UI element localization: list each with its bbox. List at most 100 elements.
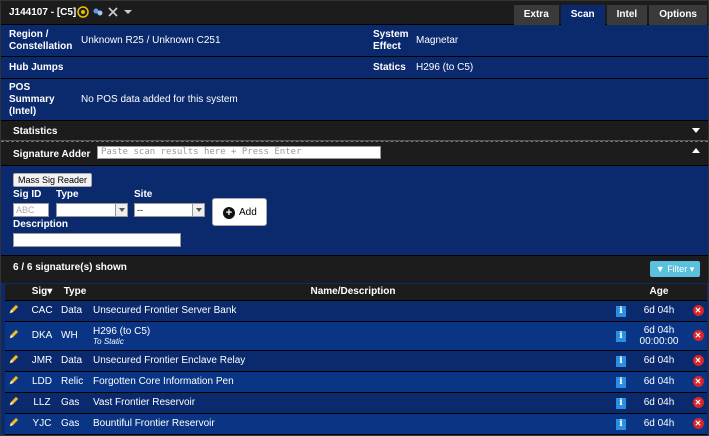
tab-intel[interactable]: Intel [606,5,648,25]
table-row[interactable]: CAC Data Unsecured Frontier Server Bank i 6d… [5,300,707,322]
signature-count: 6 / 6 signature(s) shown [13,262,127,273]
paste-scan-input[interactable]: Paste scan results here + Press Enter [97,146,381,159]
add-signature-button[interactable]: + Add [212,198,267,226]
table-row[interactable]: LDD Relic Forgotten Core Information Pen i 6… [5,371,707,393]
pencil-icon[interactable] [8,374,20,386]
tab-scan[interactable]: Scan [560,5,605,25]
pencil-icon[interactable] [8,416,20,428]
edit-cell [5,392,23,414]
mass-sig-reader-button[interactable]: Mass Sig Reader [13,173,93,187]
sig-description: Vast Frontier Reservoir [93,397,196,408]
pencil-icon[interactable] [8,328,20,340]
desc-column-header[interactable]: Name/Description [89,284,613,301]
info-icon[interactable]: i [616,305,626,317]
sig-type-cell: Data [61,350,89,372]
delete-cell: ✕ [689,413,707,435]
filter-button[interactable]: ▼ Filter ▾ [650,261,700,277]
sig-description-cell: Unsecured Frontier Server Bank [89,300,613,322]
chevron-down-icon [192,204,204,216]
sig-id-cell: YJC [23,413,61,435]
signature-count-bar: 6 / 6 signature(s) shown ▼ Filter ▾ [1,256,708,283]
delete-icon[interactable]: ✕ [692,305,704,316]
info-icon[interactable]: i [616,355,626,367]
pos-label: POS Summary (Intel) [9,82,55,117]
effect-label: System Effect [373,29,409,52]
statistics-bar[interactable]: Statistics [1,121,708,141]
age-cell: 6d 04h [629,413,689,435]
delete-icon[interactable]: ✕ [692,330,704,341]
sig-age: 6d 04h [643,305,675,316]
sig-panel: J144107 - [C5] Extra Scan Intel Options [0,0,709,436]
table-row[interactable]: DKA WH H296 (to C5) To Static i 6d 04h 00:00:0… [5,321,707,351]
sig-column-header[interactable]: Sig▾ [23,284,61,301]
info-icon[interactable]: i [616,418,626,430]
sig-id-input[interactable]: ABC [13,203,49,217]
chevron-down-icon[interactable] [692,128,700,133]
sig-description: Bountiful Frontier Reservoir [93,418,215,429]
tab-extra[interactable]: Extra [513,5,559,25]
hub-label: Hub Jumps [9,62,64,73]
table-row[interactable]: LLZ Gas Vast Frontier Reservoir i 6d 04h ✕ [5,392,707,414]
region-value: Unknown R25 / Unknown C251 [81,35,221,46]
info-icon[interactable]: i [616,330,626,342]
table-row[interactable]: JMR Data Unsecured Frontier Enclave Relay i… [5,350,707,372]
delete-cell: ✕ [689,321,707,351]
table-row[interactable]: YJC Gas Bountiful Frontier Reservoir i 6d 04… [5,413,707,435]
type-label: Type [56,189,79,200]
pencil-icon[interactable] [8,303,20,315]
age-cell: 6d 04h 00:00:00 [629,321,689,351]
info-cell: i [613,300,629,322]
info-cell: i [613,371,629,393]
edit-cell [5,413,23,435]
info-icon[interactable]: i [616,397,626,409]
delete-cell: ✕ [689,300,707,322]
sig-description-cell: Unsecured Frontier Enclave Relay [89,350,613,372]
pencil-icon[interactable] [8,395,20,407]
delete-icon[interactable]: ✕ [692,397,704,408]
site-select-value: -- [137,205,143,215]
effect-icon[interactable] [77,6,89,18]
delete-icon[interactable]: ✕ [692,355,704,366]
system-icons [77,6,134,18]
sig-id-cell: CAC [23,300,61,322]
edit-cell [5,300,23,322]
description-input[interactable] [13,233,181,247]
type-column-header[interactable]: Type [61,284,89,301]
age-column-header[interactable]: Age [629,284,689,301]
type-select[interactable] [56,203,128,217]
sig-timer: 00:00:00 [639,335,679,347]
statics-label: Statics [373,62,406,73]
delete-cell: ✕ [689,350,707,372]
sig-type-cell: Relic [61,371,89,393]
info-column-header [613,284,629,301]
delete-icon[interactable]: ✕ [692,418,704,429]
sig-description: Forgotten Core Information Pen [93,376,234,387]
sig-id-cell: LDD [23,371,61,393]
signature-adder-form: Mass Sig Reader Sig ID Type Site ABC -- … [1,166,708,256]
region-row: Region / Constellation Unknown R25 / Unk… [1,25,708,57]
edit-cell [5,350,23,372]
age-cell: 6d 04h [629,350,689,372]
site-label: Site [134,189,153,200]
sig-id-cell: DKA [23,321,61,351]
filter-icon: ▼ [655,264,665,274]
pencil-icon[interactable] [8,353,20,365]
tab-options[interactable]: Options [649,5,707,25]
info-icon[interactable]: i [616,376,626,388]
statistics-label: Statistics [13,126,58,137]
panel-tabs: Extra Scan Intel Options [512,5,707,25]
sig-description-cell: Forgotten Core Information Pen [89,371,613,393]
sig-description: Unsecured Frontier Enclave Relay [93,355,246,366]
edit-cell [5,321,23,351]
delete-icon[interactable]: ✕ [692,376,704,387]
signature-adder-label: Signature Adder [13,149,91,160]
site-select[interactable]: -- [134,203,205,217]
chevron-down-icon[interactable] [122,6,134,18]
group-icon[interactable] [92,6,104,18]
age-cell: 6d 04h [629,371,689,393]
chevron-down-icon [115,204,127,216]
sig-id-label: Sig ID [13,189,42,200]
tools-icon[interactable] [107,6,119,18]
system-header-bar: J144107 - [C5] Extra Scan Intel Options [1,1,708,25]
chevron-up-icon[interactable] [692,148,700,153]
